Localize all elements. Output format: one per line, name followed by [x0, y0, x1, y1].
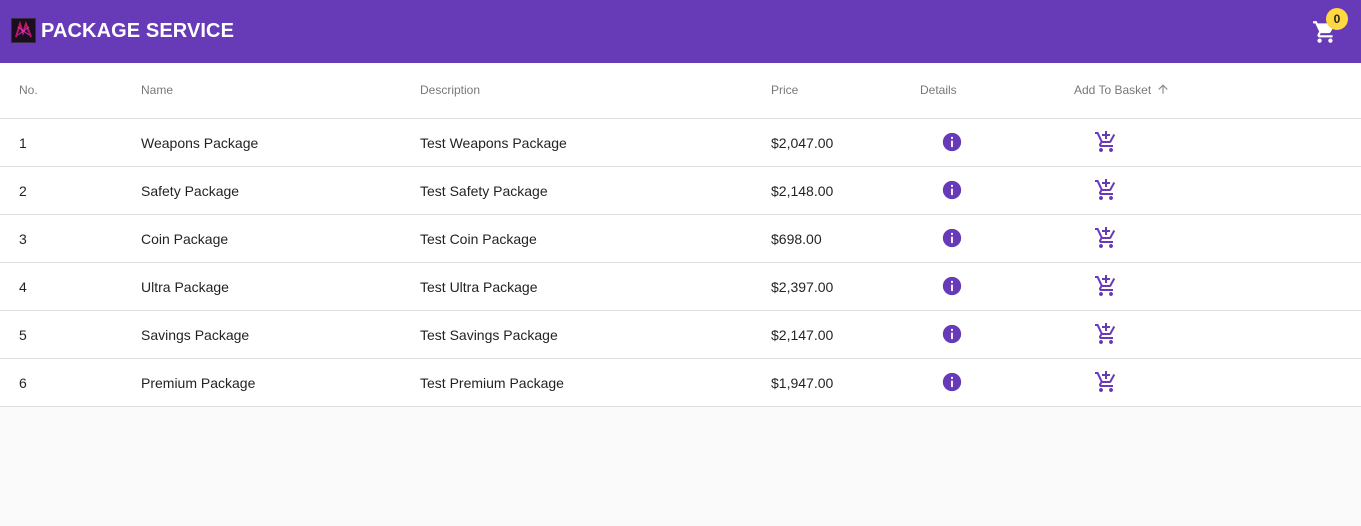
add-shopping-cart-icon: [1095, 275, 1116, 296]
package-description: Test Coin Package: [420, 231, 537, 247]
package-price: $2,147.00: [771, 327, 834, 343]
details-button[interactable]: [941, 371, 963, 393]
package-price: $2,148.00: [771, 183, 834, 199]
header-price[interactable]: Price: [771, 83, 798, 97]
package-name: Premium Package: [141, 375, 256, 391]
row-number: 6: [19, 375, 27, 391]
row-number: 4: [19, 279, 27, 295]
add-shopping-cart-icon: [1095, 179, 1116, 200]
add-shopping-cart-icon: [1095, 323, 1116, 344]
table-header-row: No. Name Description Price Details Add T…: [0, 63, 1361, 119]
add-shopping-cart-icon: [1095, 227, 1116, 248]
details-button[interactable]: [941, 179, 963, 201]
package-name: Safety Package: [141, 183, 240, 199]
package-description: Test Weapons Package: [420, 135, 567, 151]
add-to-basket-button[interactable]: [1094, 274, 1118, 298]
app-title: PACKAGE SERVICE: [41, 20, 235, 42]
info-icon: [942, 132, 962, 152]
details-button[interactable]: [941, 275, 963, 297]
details-button[interactable]: [941, 323, 963, 345]
package-description: Test Ultra Package: [420, 279, 538, 295]
row-number: 3: [19, 231, 27, 247]
packages-table: No. Name Description Price Details Add T…: [0, 63, 1361, 407]
row-number: 2: [19, 183, 27, 199]
add-shopping-cart-icon: [1095, 131, 1116, 152]
app-logo: [11, 18, 36, 43]
row-number: 5: [19, 327, 27, 343]
package-name: Weapons Package: [141, 135, 259, 151]
header-details[interactable]: Details: [920, 83, 957, 97]
table-row: 4 Ultra Package Test Ultra Package $2,39…: [0, 263, 1361, 311]
table-row: 6 Premium Package Test Premium Package $…: [0, 359, 1361, 407]
package-name: Savings Package: [141, 327, 250, 343]
header-no[interactable]: No.: [19, 83, 38, 97]
table-row: 2 Safety Package Test Safety Package $2,…: [0, 167, 1361, 215]
package-name: Coin Package: [141, 231, 229, 247]
arrow-up-icon[interactable]: [1156, 82, 1170, 96]
add-shopping-cart-icon: [1095, 371, 1116, 392]
info-icon: [942, 228, 962, 248]
cart-count-badge: 0: [1326, 8, 1348, 30]
info-icon: [942, 180, 962, 200]
add-to-basket-button[interactable]: [1094, 370, 1118, 394]
info-icon: [942, 276, 962, 296]
header-description[interactable]: Description: [420, 83, 480, 97]
package-description: Test Premium Package: [420, 375, 564, 391]
add-to-basket-button[interactable]: [1094, 226, 1118, 250]
details-button[interactable]: [941, 131, 963, 153]
package-price: $698.00: [771, 231, 822, 247]
add-to-basket-button[interactable]: [1094, 130, 1118, 154]
package-name: Ultra Package: [141, 279, 229, 295]
info-icon: [942, 372, 962, 392]
package-description: Test Safety Package: [420, 183, 548, 199]
package-description: Test Savings Package: [420, 327, 558, 343]
table-row: 3 Coin Package Test Coin Package $698.00: [0, 215, 1361, 263]
package-price: $1,947.00: [771, 375, 834, 391]
row-number: 1: [19, 135, 27, 151]
top-toolbar: PACKAGE SERVICE 0: [0, 0, 1361, 63]
add-to-basket-button[interactable]: [1094, 178, 1118, 202]
add-to-basket-button[interactable]: [1094, 322, 1118, 346]
package-price: $2,397.00: [771, 279, 834, 295]
header-name[interactable]: Name: [141, 83, 173, 97]
info-icon: [942, 324, 962, 344]
package-price: $2,047.00: [771, 135, 834, 151]
header-add-to-basket[interactable]: Add To Basket: [1074, 83, 1151, 97]
table-row: 5 Savings Package Test Savings Package $…: [0, 311, 1361, 359]
details-button[interactable]: [941, 227, 963, 249]
table-row: 1 Weapons Package Test Weapons Package $…: [0, 119, 1361, 167]
